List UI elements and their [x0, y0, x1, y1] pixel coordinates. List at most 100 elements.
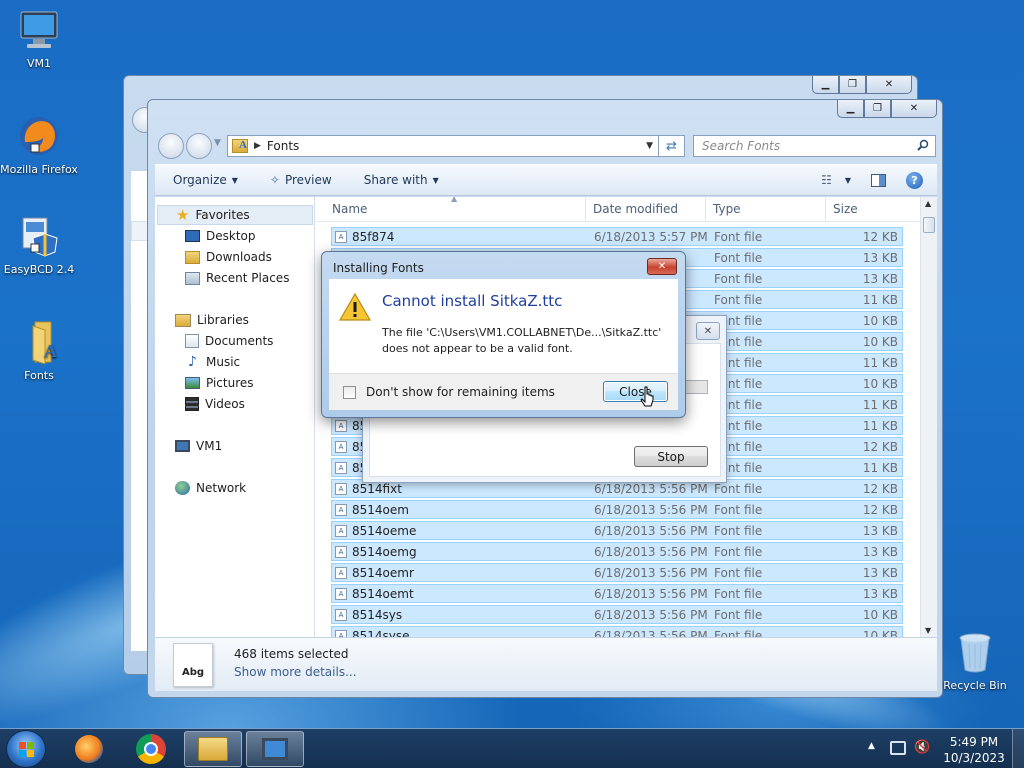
view-options-button[interactable]: ☷ ▼ — [811, 165, 861, 195]
table-row[interactable]: A 8514syse 6/18/2013 5:56 PM Font file 10 KB — [331, 626, 903, 637]
desktop-icon-easybcd[interactable]: EasyBCD 2.4 — [0, 214, 78, 277]
nav-item-pictures[interactable]: Pictures — [185, 373, 254, 393]
recent-pages-chevron-icon[interactable]: ▼ — [214, 138, 221, 148]
nav-item-desktop[interactable]: Desktop — [185, 226, 256, 246]
desktop-icon-fonts[interactable]: A Fonts — [0, 320, 78, 383]
vertical-scrollbar[interactable]: ▲ ▼ — [920, 197, 937, 637]
address-dropdown-icon[interactable]: ▼ — [646, 141, 653, 151]
preview-label: Preview — [284, 173, 332, 187]
nav-item-downloads[interactable]: Downloads — [185, 247, 272, 267]
column-separator[interactable] — [825, 197, 826, 222]
share-with-menu[interactable]: Share with ▼ — [354, 165, 449, 195]
row-size: 13 KB — [862, 524, 898, 538]
progress-close-button[interactable]: ✕ — [696, 322, 720, 340]
nav-label: Videos — [205, 397, 245, 411]
sort-ascending-icon: ▲ — [451, 197, 458, 203]
table-row[interactable]: A 8514oemr 6/18/2013 5:56 PM Font file 13 KB — [331, 563, 903, 582]
network-icon — [175, 481, 190, 495]
column-separator[interactable] — [585, 197, 586, 222]
scroll-up-arrow-icon[interactable]: ▲ — [925, 199, 931, 208]
show-more-details-link[interactable]: Show more details... — [234, 665, 357, 679]
back-button[interactable] — [158, 133, 184, 159]
dont-show-checkbox-label[interactable]: Don't show for remaining items — [366, 385, 555, 399]
row-size: 12 KB — [862, 482, 898, 496]
volume-muted-icon[interactable]: 🔇 — [914, 740, 930, 755]
close-button[interactable]: Close — [603, 381, 668, 402]
font-file-icon: A — [335, 609, 347, 621]
font-file-icon: A — [335, 483, 347, 495]
warning-icon — [338, 292, 372, 324]
scrollbar-thumb[interactable] — [923, 217, 935, 233]
preview-pane-icon — [871, 173, 886, 187]
forward-button[interactable] — [186, 133, 212, 159]
column-header-name[interactable]: Name — [332, 202, 367, 216]
desktop-icon-vm1[interactable]: VM1 — [0, 8, 78, 71]
maximize-button[interactable]: ❐ — [864, 100, 891, 118]
table-row[interactable]: A 85f874 6/18/2013 5:57 PM Font file 12 KB — [331, 227, 903, 246]
scroll-down-arrow-icon[interactable]: ▼ — [925, 626, 931, 635]
clock[interactable]: 5:49 PM 10/3/2023 — [936, 734, 1012, 766]
preview-pane-button[interactable] — [861, 165, 896, 195]
table-row[interactable]: A 8514sys 6/18/2013 5:56 PM Font file 10 KB — [331, 605, 903, 624]
dialog-close-button[interactable]: ✕ — [647, 258, 677, 275]
desktop-icon-label: VM1 — [26, 57, 51, 70]
show-hidden-icons-button[interactable]: ▲ — [868, 741, 875, 751]
preview-button[interactable]: ✧ Preview — [260, 165, 342, 195]
font-file-icon: A — [335, 630, 347, 637]
recent-places-icon — [185, 271, 200, 285]
documents-icon — [185, 334, 199, 348]
help-button[interactable]: ? — [896, 165, 933, 195]
firefox-icon — [17, 114, 61, 158]
installing-fonts-dialog[interactable]: Installing Fonts ✕ Cannot install SitkaZ… — [321, 251, 686, 418]
column-header-type[interactable]: Type — [713, 202, 741, 216]
taskbar-chrome-button[interactable] — [122, 731, 180, 767]
minimize-button[interactable]: ▁ — [837, 100, 864, 118]
column-header-date[interactable]: Date modified — [593, 202, 678, 216]
chevron-down-icon: ▼ — [844, 175, 851, 185]
nav-item-recent-places[interactable]: Recent Places — [185, 268, 289, 288]
row-date: 6/18/2013 5:56 PM — [594, 566, 708, 580]
firefox-icon — [75, 735, 103, 763]
breadcrumb[interactable]: Fonts — [267, 139, 299, 153]
network-tray-icon[interactable] — [890, 741, 906, 755]
taskbar-explorer-button[interactable] — [184, 731, 242, 767]
nav-item-computer[interactable]: VM1 — [175, 436, 222, 456]
row-name: 8514oemr — [352, 566, 414, 580]
taskbar-installer-button[interactable] — [246, 731, 304, 767]
maximize-button[interactable]: ❐ — [839, 76, 866, 94]
nav-item-videos[interactable]: Videos — [185, 394, 245, 414]
nav-label: Downloads — [206, 250, 272, 264]
column-header-size[interactable]: Size — [833, 202, 858, 216]
table-row[interactable]: A 8514oemg 6/18/2013 5:56 PM Font file 13 KB — [331, 542, 903, 561]
search-input[interactable]: Search Fonts — [693, 135, 936, 157]
dialog-heading: Cannot install SitkaZ.ttc — [382, 292, 563, 310]
desktop-icon-recycle-bin[interactable]: Recycle Bin — [936, 630, 1014, 693]
dont-show-checkbox[interactable] — [343, 386, 356, 399]
close-button[interactable]: ✕ — [866, 76, 912, 94]
column-separator[interactable] — [705, 197, 706, 222]
nav-item-music[interactable]: ♪ Music — [185, 352, 240, 372]
desktop-icon-firefox[interactable]: Mozilla Firefox — [0, 114, 78, 177]
row-type: Font file — [714, 251, 763, 265]
nav-item-favorites[interactable]: ★ Favorites — [157, 205, 313, 225]
row-type: Font file — [714, 272, 763, 286]
start-button[interactable] — [6, 730, 46, 768]
table-row[interactable]: A 8514oemt 6/18/2013 5:56 PM Font file 13 KB — [331, 584, 903, 603]
row-type: Font file — [714, 230, 763, 244]
taskbar-firefox-button[interactable] — [60, 731, 118, 767]
nav-item-libraries[interactable]: Libraries — [175, 310, 249, 330]
stop-button[interactable]: Stop — [634, 446, 708, 467]
computer-icon — [175, 440, 190, 452]
table-row[interactable]: A 8514oem 6/18/2013 5:56 PM Font file 12 KB — [331, 500, 903, 519]
address-bar[interactable]: A ▶ Fonts ▼ — [227, 135, 659, 157]
close-button[interactable]: ✕ — [891, 100, 937, 118]
table-row[interactable]: A 8514oeme 6/18/2013 5:56 PM Font file 13 KB — [331, 521, 903, 540]
nav-item-network[interactable]: Network — [175, 478, 246, 498]
refresh-button[interactable]: ⇄ — [659, 135, 685, 157]
minimize-button[interactable]: ▁ — [812, 76, 839, 94]
nav-item-documents[interactable]: Documents — [185, 331, 273, 351]
nav-label: Desktop — [206, 229, 256, 243]
breadcrumb-separator-icon[interactable]: ▶ — [254, 141, 261, 151]
organize-menu[interactable]: Organize ▼ — [163, 165, 248, 195]
show-desktop-button[interactable] — [1012, 729, 1024, 768]
